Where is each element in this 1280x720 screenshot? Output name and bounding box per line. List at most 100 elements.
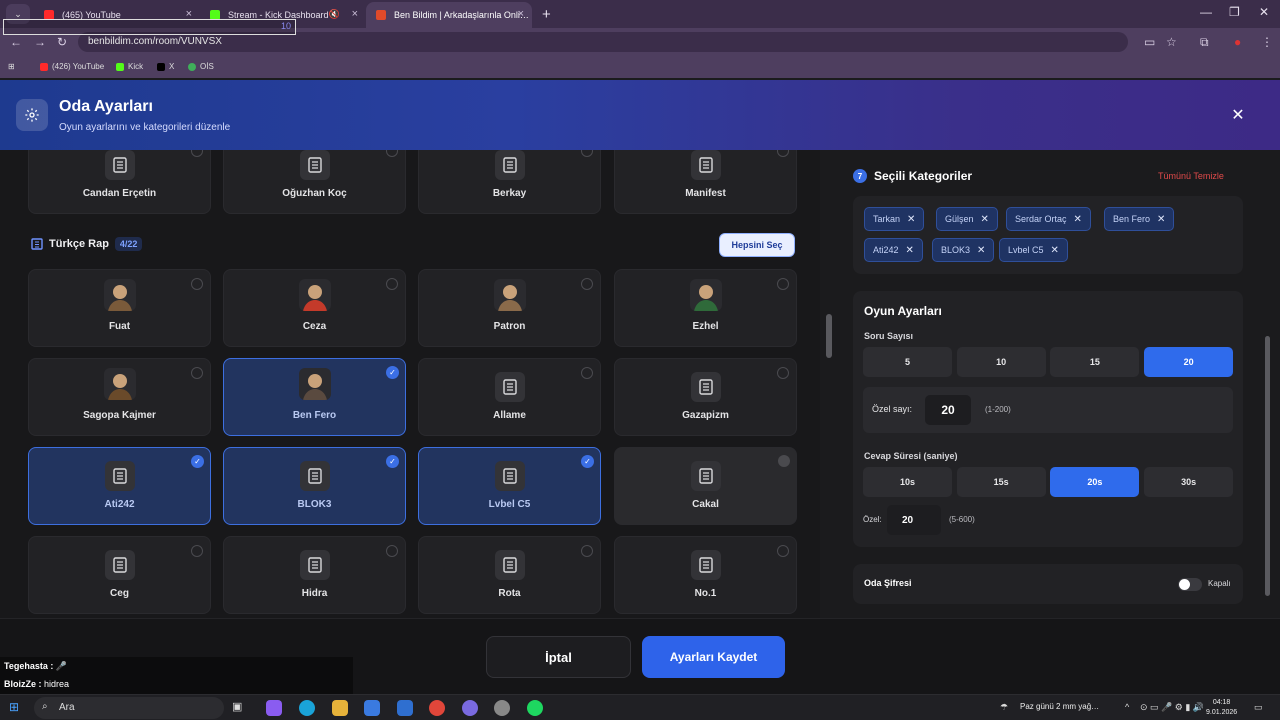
remove-tag-icon[interactable]: ✕ <box>1051 245 1059 256</box>
bookmark-ois[interactable]: OİS <box>188 62 214 71</box>
category-card[interactable]: Ceg <box>28 536 211 614</box>
check-icon[interactable]: ✓ <box>581 455 594 468</box>
radio-indicator[interactable] <box>777 545 789 557</box>
apps-icon[interactable]: ⊞ <box>8 62 15 71</box>
right-scrollbar-thumb[interactable] <box>1265 336 1270 596</box>
category-card[interactable]: Cakal <box>614 447 797 525</box>
notifications-icon[interactable]: ▭ <box>1254 702 1263 713</box>
forward-icon[interactable]: → <box>34 35 46 49</box>
category-card[interactable]: Hidra <box>223 536 406 614</box>
store-icon[interactable] <box>364 700 380 716</box>
chrome-icon[interactable] <box>429 700 445 716</box>
obs-icon[interactable] <box>494 700 510 716</box>
windows-start-icon[interactable]: ⊞ <box>9 700 25 716</box>
taskbar-clock[interactable]: 04:18 9.01.2026 <box>1206 698 1237 718</box>
profile-icon[interactable]: ● <box>1234 35 1241 49</box>
clear-all-link[interactable]: Tümünü Temizle <box>1158 171 1224 181</box>
file-explorer-icon[interactable] <box>332 700 348 716</box>
radio-indicator[interactable] <box>777 278 789 290</box>
category-card[interactable]: Ceza <box>223 269 406 347</box>
edge-icon[interactable] <box>299 700 315 716</box>
right-scrollbar[interactable] <box>1264 150 1272 616</box>
remove-tag-icon[interactable]: ✕ <box>977 245 985 256</box>
spotify-icon[interactable] <box>527 700 543 716</box>
radio-indicator[interactable] <box>191 150 203 157</box>
category-card[interactable]: Patron <box>418 269 601 347</box>
category-card[interactable]: Ben Fero ✓ <box>223 358 406 436</box>
reload-icon[interactable]: ↻ <box>57 35 67 49</box>
radio-indicator[interactable] <box>191 545 203 557</box>
remove-tag-icon[interactable]: ✕ <box>1157 214 1165 225</box>
category-card[interactable]: Allame <box>418 358 601 436</box>
radio-indicator[interactable] <box>191 367 203 379</box>
restore-icon[interactable]: ❐ <box>1229 5 1240 19</box>
menu-icon[interactable]: ⋮ <box>1261 35 1273 49</box>
minimize-icon[interactable]: — <box>1200 5 1212 19</box>
category-card[interactable]: Fuat <box>28 269 211 347</box>
remove-tag-icon[interactable]: ✕ <box>1074 214 1082 225</box>
category-card[interactable]: Gazapizm <box>614 358 797 436</box>
category-card[interactable]: Ezhel <box>614 269 797 347</box>
check-icon[interactable]: ✓ <box>386 366 399 379</box>
remove-tag-icon[interactable]: ✕ <box>981 214 989 225</box>
category-card[interactable]: Ati242 ✓ <box>28 447 211 525</box>
category-card[interactable]: Manifest <box>614 150 797 214</box>
category-card[interactable]: Oğuzhan Koç <box>223 150 406 214</box>
remove-tag-icon[interactable]: ✕ <box>906 245 914 256</box>
radio-indicator[interactable] <box>581 278 593 290</box>
new-tab-icon[interactable]: + <box>542 6 551 23</box>
question-count-option[interactable]: 5 <box>863 347 952 377</box>
category-card[interactable]: Rota <box>418 536 601 614</box>
category-card[interactable]: Lvbel C5 ✓ <box>418 447 601 525</box>
question-count-option[interactable]: 15 <box>1050 347 1140 377</box>
bookmark-youtube[interactable]: (426) YouTube <box>40 62 104 71</box>
radio-indicator[interactable] <box>386 150 398 157</box>
category-card[interactable]: No.1 <box>614 536 797 614</box>
cancel-button[interactable]: İptal <box>486 636 631 678</box>
check-icon[interactable]: ✓ <box>386 455 399 468</box>
answer-time-option[interactable]: 30s <box>1144 467 1234 497</box>
question-count-option[interactable]: 10 <box>956 347 1046 377</box>
task-view-icon[interactable]: ▣ <box>232 700 248 716</box>
close-modal-button[interactable]: ✕ <box>1226 103 1250 127</box>
tray-icons[interactable]: ⊙ ▭ 🎤 ⚙ ▮ 🔊 <box>1140 702 1204 713</box>
custom-time-input[interactable]: 20 <box>887 505 941 535</box>
radio-indicator[interactable] <box>777 367 789 379</box>
check-icon[interactable]: ✓ <box>191 455 204 468</box>
cast-icon[interactable]: ▭ <box>1144 35 1155 49</box>
remove-tag-icon[interactable]: ✕ <box>907 214 915 225</box>
close-window-icon[interactable]: ✕ <box>1259 5 1269 19</box>
answer-time-option[interactable]: 20s <box>1050 467 1140 497</box>
answer-time-option[interactable]: 10s <box>863 467 952 497</box>
close-tab-icon[interactable]: × <box>518 8 524 20</box>
tab-benbildim[interactable]: Ben Bildim | Arkadaşlarınla Onli… × <box>366 2 532 28</box>
star-icon[interactable]: ☆ <box>1166 35 1177 49</box>
mute-icon[interactable]: 🔇 <box>329 9 340 20</box>
category-card[interactable]: Sagopa Kajmer <box>28 358 211 436</box>
save-settings-button[interactable]: Ayarları Kaydet <box>642 636 785 678</box>
left-scrollbar[interactable] <box>826 314 832 358</box>
copilot-icon[interactable] <box>266 700 282 716</box>
extensions-icon[interactable]: ⧉ <box>1200 35 1209 50</box>
select-all-button[interactable]: Hepsini Seç <box>719 233 795 257</box>
question-count-option[interactable]: 20 <box>1144 347 1234 377</box>
category-card[interactable]: Berkay <box>418 150 601 214</box>
close-tab-icon[interactable]: × <box>352 8 358 20</box>
answer-time-option[interactable]: 15s <box>956 467 1046 497</box>
radio-indicator[interactable] <box>386 545 398 557</box>
radio-indicator[interactable] <box>777 150 789 157</box>
radio-indicator[interactable] <box>191 278 203 290</box>
bookmark-x[interactable]: X <box>157 62 174 71</box>
bookmark-kick[interactable]: Kick <box>116 62 143 71</box>
category-card[interactable]: Candan Erçetin <box>28 150 211 214</box>
radio-indicator[interactable] <box>581 150 593 157</box>
discord-icon[interactable] <box>462 700 478 716</box>
weather-text[interactable]: Paz günü 2 mm yağ… <box>1020 702 1099 711</box>
radio-indicator[interactable] <box>581 545 593 557</box>
radio-indicator[interactable] <box>778 455 790 467</box>
radio-indicator[interactable] <box>581 367 593 379</box>
radio-indicator[interactable] <box>386 278 398 290</box>
password-toggle[interactable] <box>1178 578 1202 591</box>
mail-icon[interactable] <box>397 700 413 716</box>
tray-chevron-icon[interactable]: ^ <box>1125 702 1129 712</box>
